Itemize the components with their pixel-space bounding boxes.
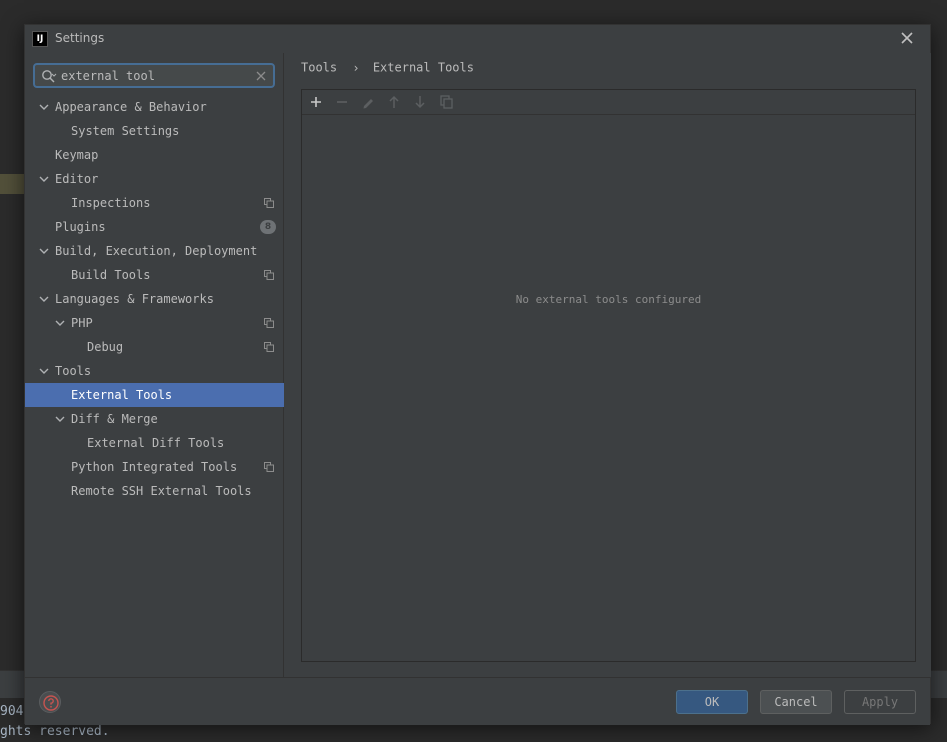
project-level-icon xyxy=(264,318,274,328)
external-tools-panel: No external tools configured xyxy=(301,89,916,662)
project-level-icon xyxy=(264,462,274,472)
search-input[interactable] xyxy=(61,67,251,85)
tree-item-appearance-behavior[interactable]: Appearance & Behavior xyxy=(25,95,284,119)
tree-item-plugins[interactable]: Plugins 8 xyxy=(25,215,284,239)
chevron-down-icon[interactable] xyxy=(39,103,49,111)
tree-item-label: Languages & Frameworks xyxy=(55,292,214,306)
tree-item-label: Tools xyxy=(55,364,92,378)
tree-item-remote-ssh-external-tools[interactable]: Remote SSH External Tools xyxy=(25,479,284,503)
tree-item-label: System Settings xyxy=(71,124,180,138)
settings-search[interactable] xyxy=(33,63,275,88)
tree-item-php[interactable]: PHP xyxy=(25,311,284,335)
empty-state-text: No external tools configured xyxy=(515,293,702,306)
dialog-footer: OK Cancel Apply xyxy=(25,677,930,725)
tree-item-label: External Tools xyxy=(71,388,173,402)
tree-item-label: Appearance & Behavior xyxy=(55,100,207,114)
plugins-update-badge: 8 xyxy=(260,220,276,234)
tree-item-label: PHP xyxy=(71,316,93,330)
chevron-right-icon: › xyxy=(352,60,360,75)
apply-button[interactable]: Apply xyxy=(844,690,916,714)
chevron-down-icon[interactable] xyxy=(39,247,49,255)
tree-item-label: Remote SSH External Tools xyxy=(71,484,252,498)
clear-search-icon[interactable] xyxy=(255,70,267,82)
settings-sidebar: Appearance & Behavior System Settings Ke… xyxy=(25,53,284,677)
project-level-icon xyxy=(264,198,274,208)
chevron-down-icon[interactable] xyxy=(39,367,49,375)
close-icon[interactable] xyxy=(898,29,916,47)
tree-item-build-execution-deployment[interactable]: Build, Execution, Deployment xyxy=(25,239,284,263)
settings-dialog: IJ Settings Appearance & Behavior xyxy=(24,24,931,725)
tree-item-label: Debug xyxy=(87,340,124,354)
intellij-logo-icon: IJ xyxy=(32,31,48,47)
tree-item-label: External Diff Tools xyxy=(87,436,225,450)
tree-item-external-diff-tools[interactable]: External Diff Tools xyxy=(25,431,284,455)
tree-item-label: Python Integrated Tools xyxy=(71,460,238,474)
search-icon xyxy=(42,70,57,83)
move-down-icon[interactable] xyxy=(411,94,429,110)
ok-button[interactable]: OK xyxy=(676,690,748,714)
project-level-icon xyxy=(264,342,274,352)
console-line: 904 xyxy=(0,704,24,719)
help-icon xyxy=(43,695,59,711)
tree-item-keymap[interactable]: Keymap xyxy=(25,143,284,167)
editor-gutter-highlight xyxy=(0,174,24,194)
console-line: ghts reserved. xyxy=(0,724,110,739)
settings-tree: Appearance & Behavior System Settings Ke… xyxy=(25,95,284,503)
add-icon[interactable] xyxy=(307,94,325,110)
tree-item-build-tools[interactable]: Build Tools xyxy=(25,263,284,287)
tree-item-system-settings[interactable]: System Settings xyxy=(25,119,284,143)
tree-item-label: Plugins xyxy=(55,220,106,234)
tree-item-languages-frameworks[interactable]: Languages & Frameworks xyxy=(25,287,284,311)
breadcrumb: Tools › External Tools xyxy=(301,60,474,76)
breadcrumb-current: External Tools xyxy=(372,60,474,75)
remove-icon[interactable] xyxy=(333,94,351,110)
tree-item-inspections[interactable]: Inspections xyxy=(25,191,284,215)
dialog-title: Settings xyxy=(55,31,105,45)
help-button[interactable] xyxy=(39,691,61,713)
tree-item-editor[interactable]: Editor xyxy=(25,167,284,191)
edit-icon[interactable] xyxy=(359,94,377,110)
external-tools-toolbar xyxy=(302,90,915,115)
tree-item-label: Diff & Merge xyxy=(71,412,158,426)
chevron-down-icon[interactable] xyxy=(39,175,49,183)
tree-item-label: Inspections xyxy=(71,196,151,210)
settings-content: Tools › External Tools No external tools… xyxy=(285,53,931,677)
cancel-button[interactable]: Cancel xyxy=(760,690,832,714)
copy-icon[interactable] xyxy=(437,94,455,110)
tree-item-label: Editor xyxy=(55,172,99,186)
dialog-titlebar: IJ Settings xyxy=(25,25,930,53)
tree-item-python-integrated-tools[interactable]: Python Integrated Tools xyxy=(25,455,284,479)
tree-item-label: Build, Execution, Deployment xyxy=(55,244,258,258)
ide-background-top xyxy=(0,0,947,24)
chevron-down-icon[interactable] xyxy=(39,295,49,303)
tree-item-tools[interactable]: Tools xyxy=(25,359,284,383)
tree-item-debug[interactable]: Debug xyxy=(25,335,284,359)
project-level-icon xyxy=(264,270,274,280)
move-up-icon[interactable] xyxy=(385,94,403,110)
chevron-down-icon[interactable] xyxy=(55,415,65,423)
tree-item-label: Build Tools xyxy=(71,268,151,282)
breadcrumb-parent[interactable]: Tools xyxy=(301,61,337,75)
tree-item-external-tools[interactable]: External Tools xyxy=(25,383,284,407)
tree-item-diff-merge[interactable]: Diff & Merge xyxy=(25,407,284,431)
chevron-down-icon[interactable] xyxy=(55,319,65,327)
tree-item-label: Keymap xyxy=(55,148,99,162)
